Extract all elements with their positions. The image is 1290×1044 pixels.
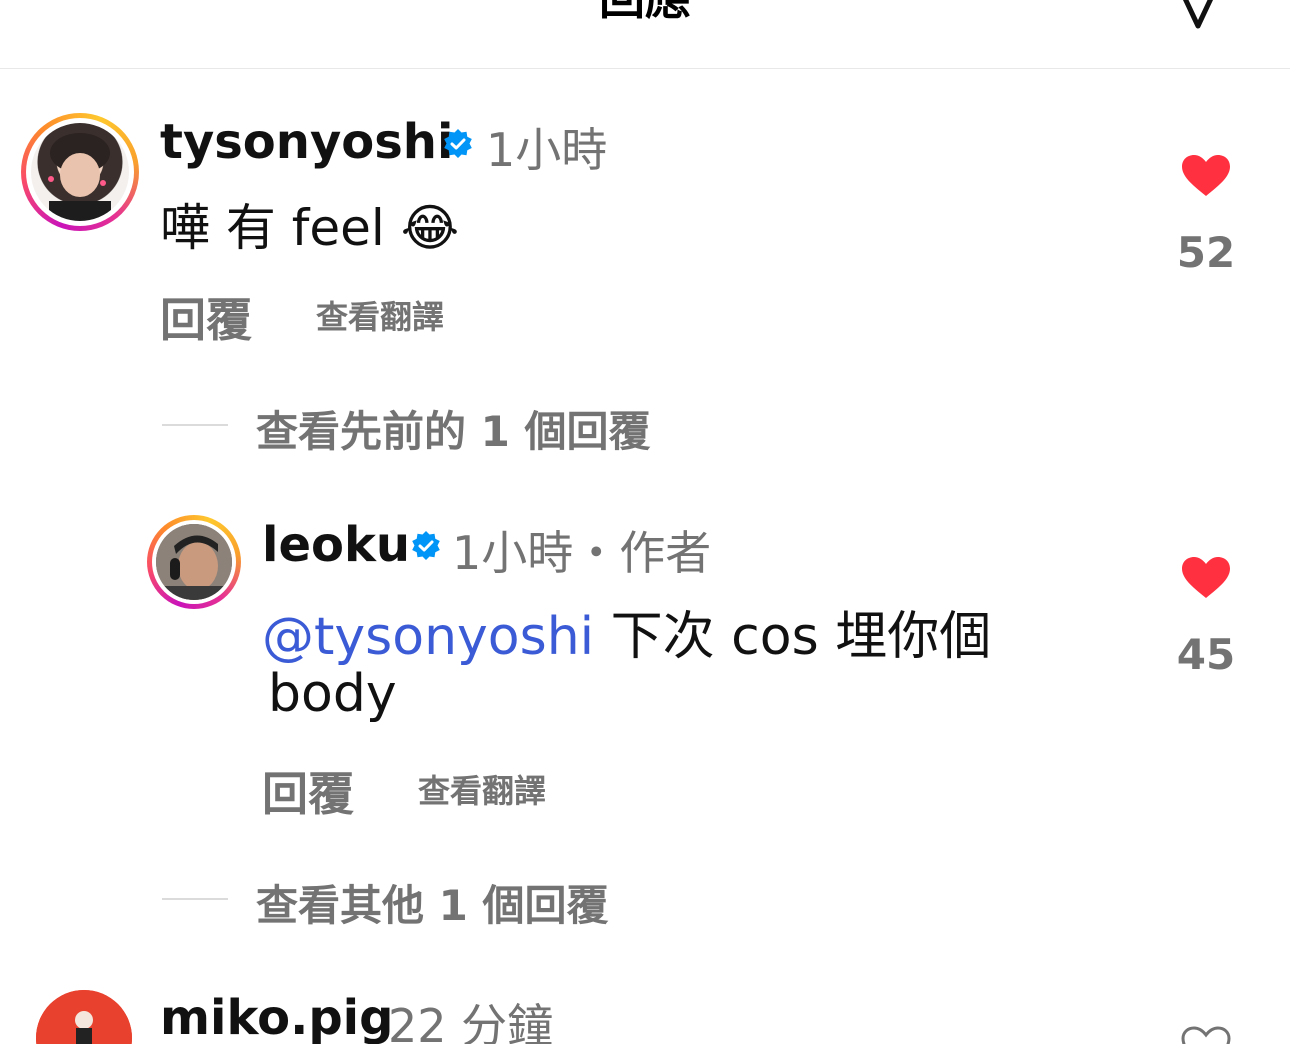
heart-outline-icon[interactable]	[1181, 1026, 1231, 1044]
heart-filled-icon[interactable]	[1181, 154, 1231, 198]
comments-sheet: 回應 tysonyoshi 1小時 嘩 有 feel 😂	[0, 0, 1290, 1044]
comment-username[interactable]: miko.pig	[160, 990, 393, 1044]
avatar-photo-icon	[48, 133, 111, 221]
like-count: 52	[1176, 228, 1236, 277]
comment-timestamp: 22 分鐘	[388, 999, 554, 1044]
reply-text: 下次 cos 埋你個	[610, 607, 992, 667]
thread-divider	[162, 898, 228, 900]
view-more-replies-label[interactable]: 查看其他 1 個回覆	[256, 872, 608, 933]
reply-text-line2: body	[268, 664, 397, 724]
avatar-photo-icon	[156, 524, 232, 600]
reply-timestamp: 1小時・作者	[452, 526, 712, 580]
heart-filled-icon[interactable]	[1181, 556, 1231, 600]
avatar[interactable]	[147, 515, 241, 609]
verified-badge-icon	[412, 531, 440, 560]
comment-timestamp: 1小時	[486, 123, 608, 177]
thread-divider	[162, 424, 228, 426]
view-previous-replies-label[interactable]: 查看先前的 1 個回覆	[256, 398, 650, 459]
reply-button[interactable]: 回覆	[262, 758, 354, 824]
reply-username[interactable]: leoku	[262, 517, 410, 573]
comment-username[interactable]: tysonyoshi	[160, 114, 453, 170]
reply-button[interactable]: 回覆	[160, 284, 252, 350]
comment-text: 嘩 有 feel 😂	[160, 199, 460, 257]
mention-link[interactable]: @tysonyoshi	[262, 607, 594, 667]
verified-badge-icon	[444, 129, 472, 158]
avatar[interactable]	[21, 113, 139, 231]
see-translation-button[interactable]: 查看翻譯	[316, 292, 444, 338]
chevron-down-icon[interactable]	[1178, 0, 1218, 34]
sheet-header: 回應	[0, 0, 1290, 69]
avatar[interactable]	[36, 990, 132, 1044]
like-count: 45	[1176, 630, 1236, 679]
see-translation-button[interactable]: 查看翻譯	[418, 766, 546, 812]
reply-text-line1: @tysonyoshi 下次 cos 埋你個	[262, 594, 991, 669]
avatar-photo-icon	[36, 990, 132, 1044]
sheet-title: 回應	[0, 0, 1290, 28]
